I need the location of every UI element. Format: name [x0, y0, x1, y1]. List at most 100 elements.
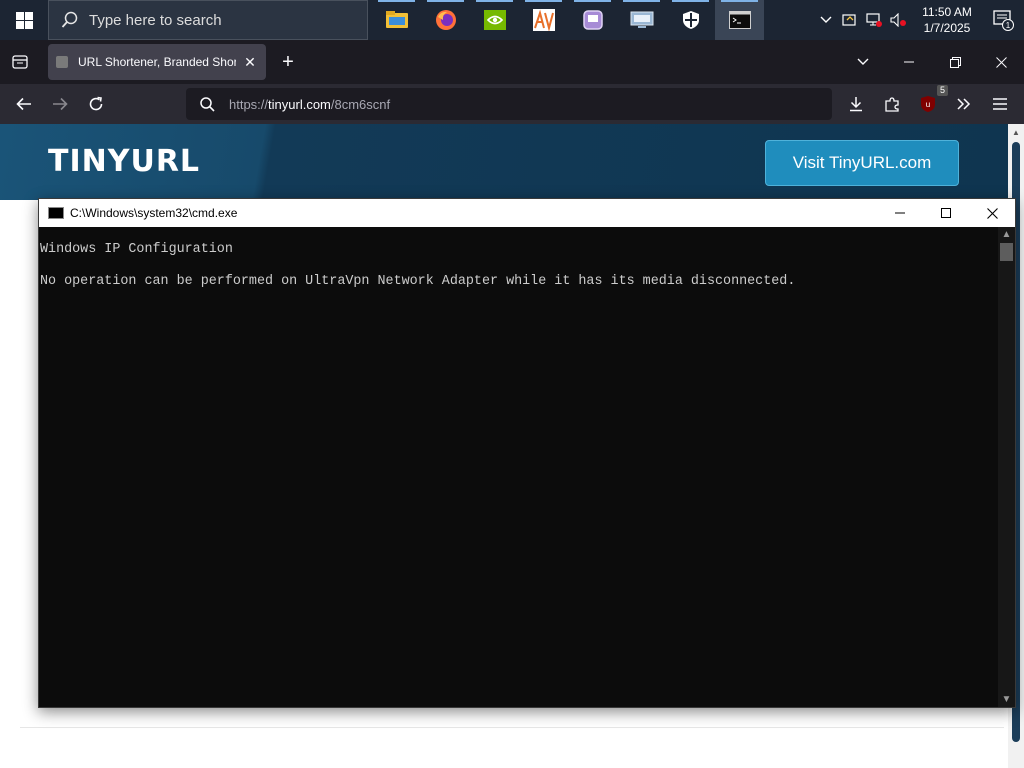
taskbar-clock[interactable]: 11:50 AM 1/7/2025: [916, 4, 978, 36]
puzzle-piece-icon: [885, 97, 899, 112]
system-tray: 11:50 AM 1/7/2025 1: [814, 0, 1024, 40]
tinyurl-header: TINYURL Visit TinyURL.com: [0, 124, 1008, 200]
plus-icon: +: [282, 50, 294, 73]
search-icon: [200, 96, 215, 112]
url-path: /8cm6scnf: [330, 96, 391, 112]
scroll-up-arrow-icon[interactable]: ▲: [998, 229, 1015, 240]
app-menu-button[interactable]: [982, 88, 1018, 120]
toolbar-right: u 5: [838, 85, 1018, 120]
cmd-window-icon: [48, 207, 64, 219]
app-purple-icon: [582, 10, 603, 30]
taskbar-purple-app[interactable]: [568, 0, 617, 40]
restore-icon: [949, 56, 961, 68]
more-tools-button[interactable]: [946, 88, 982, 120]
tinyurl-logo[interactable]: TINYURL: [48, 144, 200, 179]
security-shield-icon: [682, 11, 699, 29]
list-all-tabs-button[interactable]: [840, 40, 886, 84]
taskbar-security[interactable]: [666, 0, 715, 40]
windows-logo-icon: [15, 11, 33, 29]
browser-window-controls: [840, 40, 1024, 84]
tinyurl-favicon-icon: [56, 56, 68, 68]
cmd-maximize-button[interactable]: [923, 199, 969, 227]
taskbar-remote-desktop[interactable]: [617, 0, 666, 40]
ublock-extension-button[interactable]: u 5: [910, 85, 948, 120]
tray-volume-button[interactable]: [886, 0, 910, 40]
cmd-window-title: C:\Windows\system32\cmd.exe: [70, 206, 238, 220]
hamburger-menu-icon: [993, 98, 1007, 110]
chevron-down-icon: [857, 58, 869, 65]
address-bar[interactable]: https://tinyurl.com/8cm6scnf: [186, 88, 832, 120]
taskbar-cmd[interactable]: [715, 0, 764, 40]
extension-badge-count: 5: [936, 85, 948, 96]
minimize-icon: [904, 61, 914, 63]
url-protocol: https://: [229, 96, 269, 112]
browser-tab-bar: URL Shortener, Branded Short L ✕ +: [0, 40, 1024, 84]
new-tab-button[interactable]: +: [270, 44, 306, 80]
restore-button[interactable]: [932, 40, 978, 84]
taskbar-firefox[interactable]: [421, 0, 470, 40]
console-line: No operation can be performed on UltraVp…: [40, 274, 796, 289]
url-host: tinyurl.com: [268, 96, 331, 112]
cmd-scrollbar-thumb[interactable]: [1000, 243, 1013, 261]
tab-title: URL Shortener, Branded Short L: [78, 55, 236, 69]
console-line: Windows IP Configuration: [40, 242, 233, 257]
sync-icon: [842, 14, 856, 26]
av-icon: [532, 9, 555, 31]
back-button[interactable]: [6, 88, 42, 120]
cmd-console-output[interactable]: Windows IP Configuration No operation ca…: [39, 227, 999, 707]
maximize-icon: [941, 208, 951, 218]
cmd-window-controls: [877, 199, 1015, 227]
tray-overflow-button[interactable]: [814, 0, 838, 40]
tray-network-button[interactable]: [862, 0, 886, 40]
downloads-button[interactable]: [838, 88, 874, 120]
forward-button[interactable]: [42, 88, 78, 120]
firefox-icon: [435, 10, 456, 30]
taskbar-nvidia[interactable]: [470, 0, 519, 40]
svg-text:u: u: [926, 100, 930, 109]
cmd-icon: [728, 11, 751, 29]
tray-sync-icon-button[interactable]: [838, 0, 862, 40]
notification-icon: 1: [993, 10, 1014, 31]
close-tab-icon[interactable]: ✕: [242, 54, 258, 71]
ublock-shield-icon: u: [921, 96, 935, 112]
reload-button[interactable]: [78, 88, 114, 120]
taskbar-file-explorer[interactable]: [372, 0, 421, 40]
clock-date: 1/7/2025: [923, 21, 971, 35]
nvidia-icon: [483, 10, 506, 30]
network-disconnected-icon: [866, 13, 882, 27]
minimize-button[interactable]: [886, 40, 932, 84]
close-icon: [995, 56, 1007, 68]
notification-count: 1: [1006, 21, 1011, 30]
volume-muted-icon: [890, 13, 906, 27]
arrow-right-icon: [53, 97, 68, 111]
extensions-button[interactable]: [874, 88, 910, 120]
reload-icon: [89, 96, 103, 111]
cmd-close-button[interactable]: [969, 199, 1015, 227]
scroll-down-arrow-icon[interactable]: ▼: [998, 694, 1015, 705]
taskbar-search-placeholder: Type here to search: [89, 11, 222, 29]
visit-tinyurl-button[interactable]: Visit TinyURL.com: [765, 140, 959, 186]
file-explorer-icon: [385, 11, 408, 28]
arrow-left-icon: [16, 97, 31, 111]
minimize-icon: [895, 212, 905, 214]
browser-tab-tinyurl[interactable]: URL Shortener, Branded Short L ✕: [48, 44, 266, 80]
clock-time: 11:50 AM: [922, 5, 972, 19]
taskbar-search-box[interactable]: Type here to search: [48, 0, 368, 40]
cmd-window[interactable]: C:\Windows\system32\cmd.exe Windows IP C…: [38, 198, 1016, 708]
firefox-view-icon: [12, 55, 28, 69]
close-window-button[interactable]: [978, 40, 1024, 84]
scroll-up-arrow-icon[interactable]: ▲: [1012, 128, 1020, 137]
remote-desktop-icon: [630, 11, 653, 28]
close-icon: [986, 207, 998, 219]
browser-nav-bar: https://tinyurl.com/8cm6scnf u 5: [0, 84, 1024, 124]
chevron-up-icon: [820, 16, 832, 23]
cmd-title-bar[interactable]: C:\Windows\system32\cmd.exe: [39, 199, 1015, 227]
notification-center-button[interactable]: 1: [984, 0, 1024, 40]
start-button[interactable]: [0, 0, 48, 40]
firefox-view-button[interactable]: [0, 40, 40, 84]
taskbar-av-app[interactable]: [519, 0, 568, 40]
download-icon: [850, 97, 862, 112]
cmd-minimize-button[interactable]: [877, 199, 923, 227]
cmd-scrollbar[interactable]: ▲ ▼: [998, 227, 1015, 707]
